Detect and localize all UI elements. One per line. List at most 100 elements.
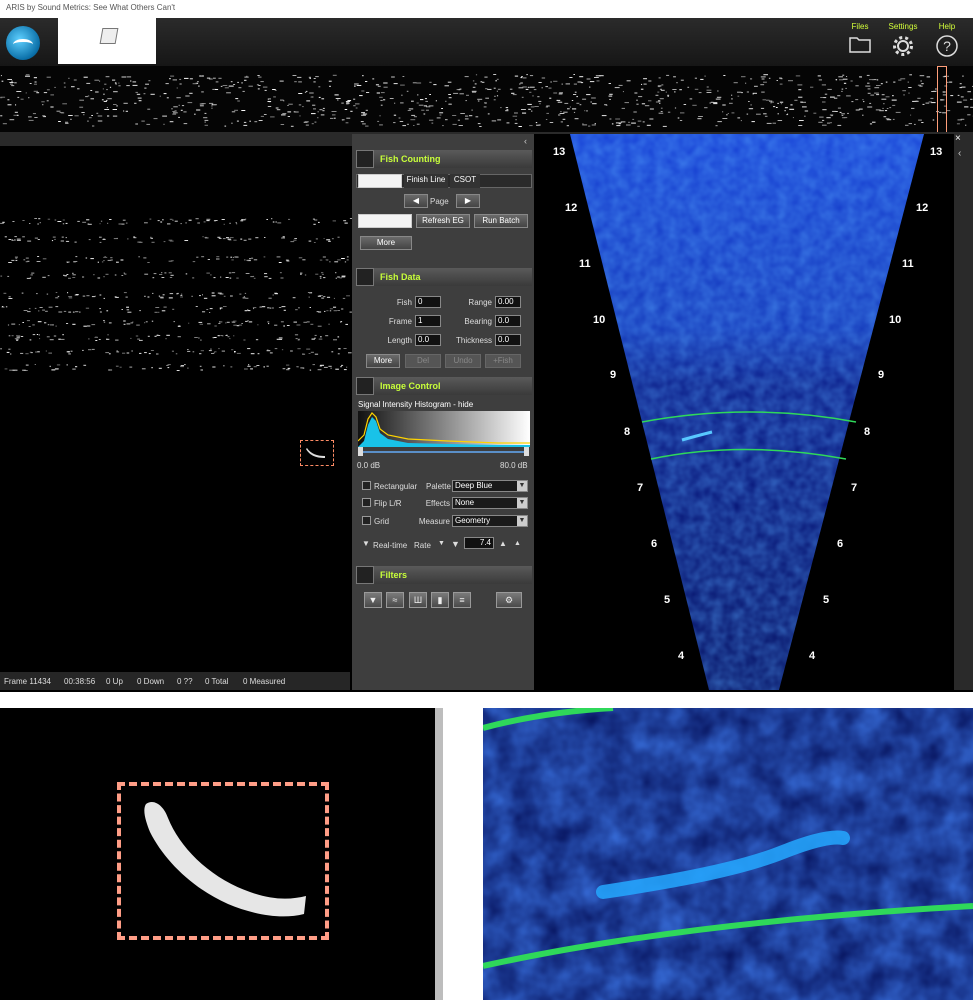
db-range-slider[interactable] bbox=[360, 451, 528, 453]
zoom-sonar-inset bbox=[483, 708, 973, 1000]
rate-up-small-icon[interactable]: ▲ bbox=[514, 540, 521, 547]
bearing-field[interactable]: 0.0 bbox=[495, 315, 521, 327]
settings-button[interactable]: Settings bbox=[883, 22, 923, 57]
range-label-left-8: 8 bbox=[624, 426, 631, 438]
length-label: Length bbox=[387, 336, 412, 345]
bearing-label: Bearing bbox=[464, 317, 492, 326]
range-label-right-5: 5 bbox=[823, 594, 830, 606]
zoom-echogram-inset bbox=[0, 708, 435, 1000]
rate-down-icon[interactable]: ▼ bbox=[451, 539, 460, 549]
grid-label: Grid bbox=[374, 517, 390, 526]
refresh-eg-button[interactable]: Refresh EG bbox=[416, 214, 470, 228]
image-control-header[interactable]: Image Control bbox=[356, 377, 532, 395]
fish-data-more-button[interactable]: More bbox=[366, 354, 400, 368]
chevron-down-icon: ▼ bbox=[517, 498, 527, 508]
window-titlebar: ARIS by Sound Metrics: See What Others C… bbox=[0, 0, 973, 19]
fish-counting-icon bbox=[356, 150, 374, 168]
rate-down-small-icon[interactable]: ▼ bbox=[438, 540, 445, 547]
measure-value: Geometry bbox=[455, 516, 491, 525]
effects-value: None bbox=[455, 498, 475, 507]
histogram-toggle[interactable]: Signal Intensity Histogram - hide bbox=[358, 400, 473, 409]
add-fish-button[interactable]: +Fish bbox=[485, 354, 521, 368]
effects-label: Effects bbox=[425, 499, 450, 508]
grid-checkbox[interactable] bbox=[362, 516, 371, 525]
fish-echo-mark bbox=[306, 448, 325, 458]
chevron-down-icon: ▼ bbox=[517, 481, 527, 491]
tab-counting-mode-active[interactable] bbox=[358, 174, 402, 188]
echogram-overview-strip[interactable] bbox=[0, 66, 973, 132]
range-label-left-9: 9 bbox=[610, 369, 617, 381]
fish-counting-more-button[interactable]: More bbox=[360, 236, 412, 250]
palette-select[interactable]: Deep Blue ▼ bbox=[452, 480, 528, 492]
count-action-button[interactable] bbox=[358, 214, 412, 228]
flip-label: Flip L/R bbox=[374, 499, 402, 508]
signal-intensity-histogram bbox=[358, 411, 530, 447]
files-label: Files bbox=[851, 22, 869, 31]
measure-select[interactable]: Geometry ▼ bbox=[452, 515, 528, 527]
realtime-dropdown-icon[interactable]: ▼ bbox=[362, 539, 370, 548]
run-batch-button[interactable]: Run Batch bbox=[474, 214, 528, 228]
file-tab-icon bbox=[99, 28, 119, 44]
undo-button[interactable]: Undo bbox=[445, 354, 481, 368]
right-collapse-rail[interactable]: × ‹ bbox=[954, 134, 973, 690]
help-icon: ? bbox=[936, 35, 958, 57]
filter-wall-icon[interactable]: Ш bbox=[409, 592, 427, 608]
svg-text:?: ? bbox=[943, 38, 951, 54]
range-label-right-9: 9 bbox=[878, 369, 885, 381]
sonar-image-view[interactable]: 13 12 11 10 9 8 7 6 5 4 13 12 11 10 9 8 … bbox=[534, 134, 954, 690]
range-label-left-13: 13 bbox=[553, 146, 566, 158]
chevron-left-icon[interactable]: ‹ bbox=[958, 148, 961, 159]
db-max-handle[interactable] bbox=[524, 447, 529, 456]
db-min-handle[interactable] bbox=[358, 447, 363, 456]
rate-field[interactable]: 7.4 bbox=[464, 537, 494, 549]
image-control-icon bbox=[356, 377, 374, 395]
collapse-panel-icon[interactable]: ‹ bbox=[524, 136, 527, 146]
range-field[interactable]: 0.00 bbox=[495, 296, 521, 308]
page-next-button[interactable]: ▶ bbox=[456, 194, 480, 208]
status-time: 00:38:56 bbox=[64, 677, 96, 686]
filters-header[interactable]: Filters bbox=[356, 566, 532, 584]
palette-value: Deep Blue bbox=[455, 481, 493, 490]
close-icon[interactable]: × bbox=[955, 134, 965, 144]
rate-up-icon[interactable]: ▲ bbox=[499, 539, 507, 548]
fish-label: Fish bbox=[396, 298, 412, 307]
frame-label: Frame bbox=[388, 317, 412, 326]
range-label-right-13: 13 bbox=[930, 146, 943, 158]
page-prev-button[interactable]: ◀ bbox=[404, 194, 428, 208]
echogram-view[interactable] bbox=[0, 146, 352, 672]
help-button[interactable]: Help ? bbox=[927, 22, 967, 57]
length-field[interactable]: 0.0 bbox=[415, 334, 441, 346]
frame-field[interactable]: 1 bbox=[415, 315, 441, 327]
range-label: Range bbox=[468, 298, 492, 307]
filter-bar-icon[interactable]: ≡ bbox=[453, 592, 471, 608]
current-position-marker[interactable] bbox=[937, 66, 947, 134]
fish-field[interactable]: 0 bbox=[415, 296, 441, 308]
tab-finish-line[interactable]: Finish Line bbox=[404, 174, 448, 188]
range-label-left-12: 12 bbox=[565, 202, 578, 214]
range-label-right-6: 6 bbox=[837, 538, 844, 550]
active-file-tab[interactable] bbox=[58, 18, 156, 64]
status-down: 0 Down bbox=[137, 677, 165, 686]
fish-data-header[interactable]: Fish Data bbox=[356, 268, 532, 286]
filters-title: Filters bbox=[380, 570, 408, 580]
fish-data-title: Fish Data bbox=[380, 272, 421, 282]
window-title: ARIS by Sound Metrics: See What Others C… bbox=[6, 3, 176, 12]
range-label-left-11: 11 bbox=[579, 258, 591, 270]
rectangular-checkbox[interactable] bbox=[362, 481, 371, 490]
aris-logo-icon[interactable] bbox=[6, 26, 40, 60]
files-button[interactable]: Files bbox=[840, 22, 880, 57]
filter-column-icon[interactable]: ▮ bbox=[431, 592, 449, 608]
tab-csot[interactable]: CSOT bbox=[450, 174, 480, 188]
control-panel: ‹ Fish Counting Finish Line CSOT ◀ Page … bbox=[352, 134, 534, 690]
delete-fish-button[interactable]: Del bbox=[405, 354, 441, 368]
flip-checkbox[interactable] bbox=[362, 498, 371, 507]
filter-settings-icon[interactable]: ⚙ bbox=[496, 592, 522, 608]
filter-funnel-icon[interactable]: ▼ bbox=[364, 592, 382, 608]
help-label: Help bbox=[938, 22, 956, 31]
thickness-field[interactable]: 0.0 bbox=[495, 334, 521, 346]
effects-select[interactable]: None ▼ bbox=[452, 497, 528, 509]
filter-fish-icon[interactable]: ≈ bbox=[386, 592, 404, 608]
fish-counting-header[interactable]: Fish Counting bbox=[356, 150, 532, 168]
range-label-right-8: 8 bbox=[864, 426, 871, 438]
app-window: Files Settings Help ? Frame 11434 00:38:… bbox=[0, 18, 973, 692]
